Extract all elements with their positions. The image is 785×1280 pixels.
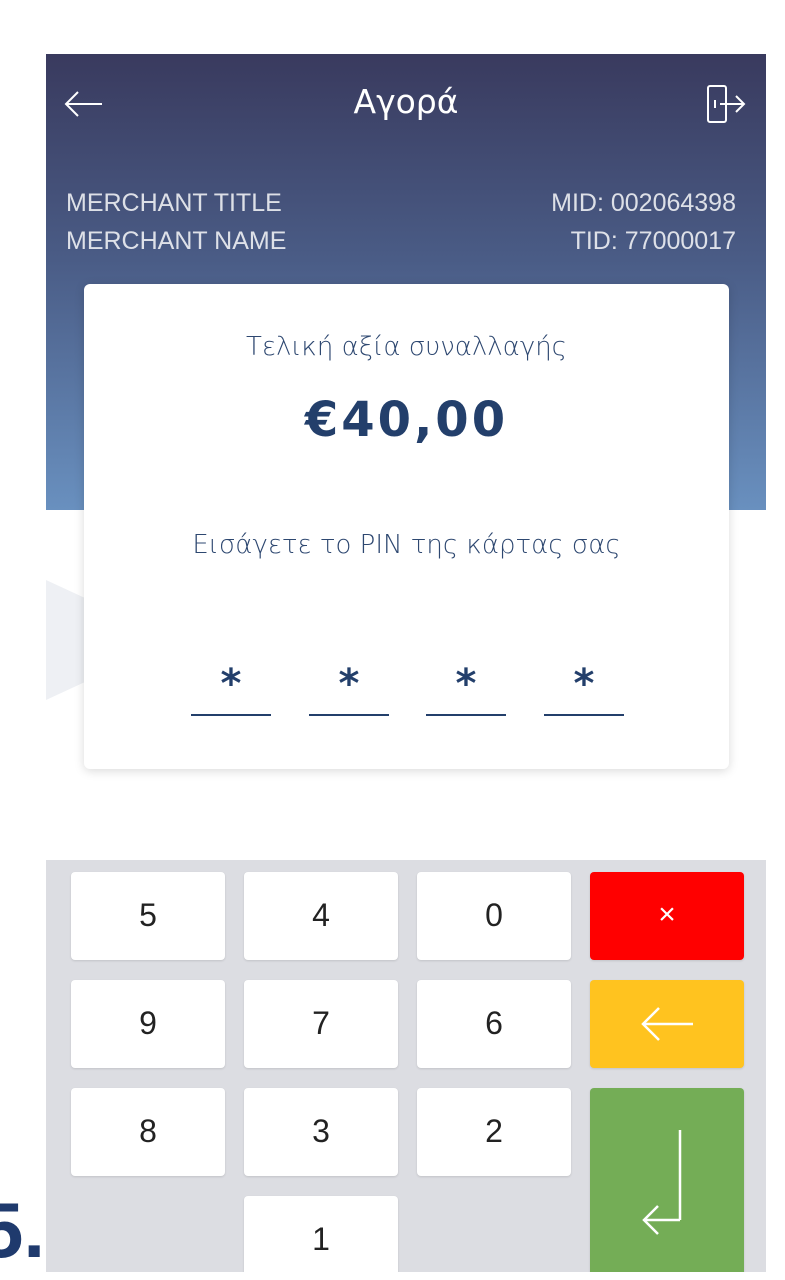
- backspace-button[interactable]: [590, 980, 744, 1068]
- pin-digit-4: *: [544, 654, 624, 716]
- pin-digit-1: *: [191, 654, 271, 716]
- enter-button[interactable]: [590, 1088, 744, 1272]
- key-7[interactable]: 7: [244, 980, 398, 1068]
- pin-digit-3: *: [426, 654, 506, 716]
- key-5[interactable]: 5: [71, 872, 225, 960]
- key-3[interactable]: 3: [244, 1088, 398, 1176]
- key-4[interactable]: 4: [244, 872, 398, 960]
- merchant-title: MERCHANT TITLE: [66, 189, 282, 217]
- key-1[interactable]: 1: [244, 1196, 398, 1272]
- page-title: Αγορά: [353, 82, 459, 121]
- canvas: Αγορά MERCHANT TITLE MERCHANT NAME MID: …: [0, 0, 785, 1280]
- enter-return-icon: [642, 1130, 682, 1235]
- exit-button[interactable]: [704, 82, 748, 126]
- key-6[interactable]: 6: [417, 980, 571, 1068]
- merchant-id: MID: 002064398: [551, 189, 736, 217]
- cancel-button[interactable]: ×: [590, 872, 744, 960]
- amount-value: €40,00: [304, 392, 509, 448]
- key-9[interactable]: 9: [71, 980, 225, 1068]
- key-8[interactable]: 8: [71, 1088, 225, 1176]
- terminal-id: TID: 77000017: [570, 227, 736, 255]
- merchant-name: MERCHANT NAME: [66, 227, 287, 255]
- pin-digit-2: *: [309, 654, 389, 716]
- transaction-card: Τελική αξία συναλλαγής €40,00 Εισάγετε τ…: [84, 284, 729, 769]
- amount-label: Τελική αξία συναλλαγής: [246, 332, 567, 362]
- pin-entry: * * * *: [191, 654, 625, 716]
- pin-keypad: 5 4 0 × 9 7 6 8 3 2 1: [46, 860, 766, 1272]
- key-2[interactable]: 2: [417, 1088, 571, 1176]
- pin-prompt: Εισάγετε το PIN της κάρτας σας: [192, 530, 621, 560]
- phone-screen: Αγορά MERCHANT TITLE MERCHANT NAME MID: …: [46, 54, 766, 1272]
- key-0[interactable]: 0: [417, 872, 571, 960]
- arrow-left-icon: [641, 1007, 693, 1041]
- merchant-info: MERCHANT TITLE MERCHANT NAME: [66, 184, 286, 260]
- top-bar: Αγορά: [46, 54, 766, 154]
- step-caption: 5.: [0, 1186, 46, 1274]
- exit-door-icon: [707, 85, 746, 123]
- terminal-info: MID: 002064398 TID: 77000017: [551, 184, 736, 260]
